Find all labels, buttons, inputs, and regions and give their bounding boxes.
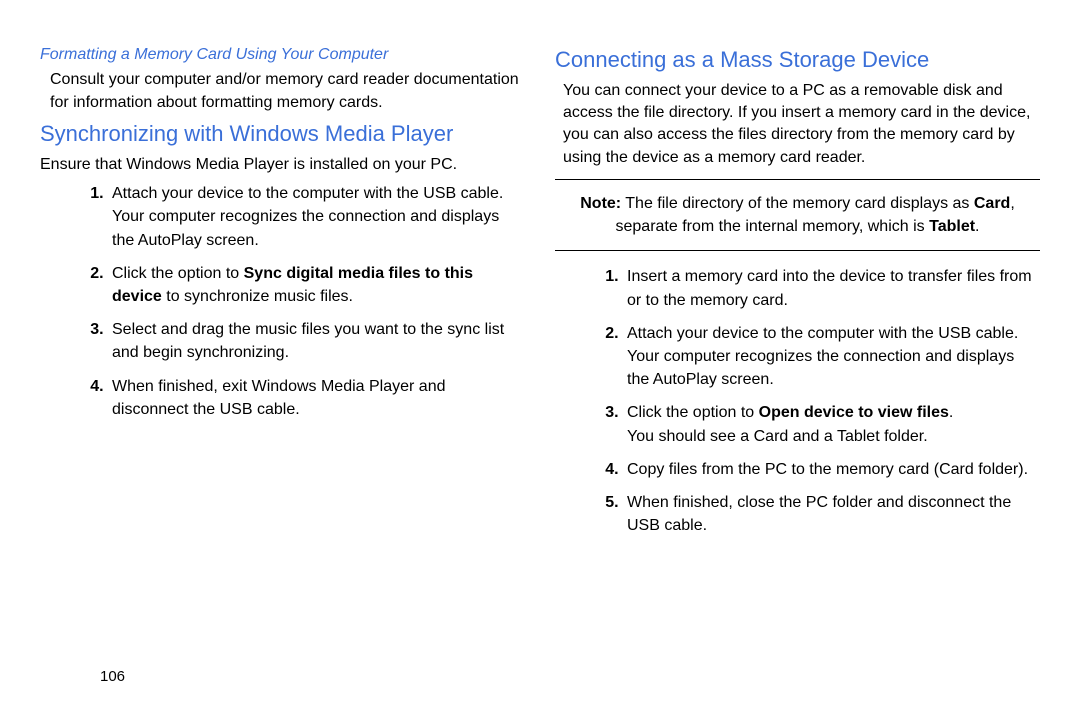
step-text: Your computer recognizes the connection … (112, 208, 499, 248)
step-text: Attach your device to the computer with … (112, 185, 503, 202)
note-text: . (975, 218, 979, 235)
heading-mass-storage: Connecting as a Mass Storage Device (555, 46, 1040, 74)
note-label: Note: (580, 195, 621, 212)
intro-sync: Ensure that Windows Media Player is inst… (40, 154, 525, 176)
step-text: Attach your device to the computer with … (627, 325, 1018, 342)
step-item: Click the option to Open device to view … (623, 401, 1040, 447)
bold-text: Tablet (929, 218, 975, 235)
step-item: Copy files from the PC to the memory car… (623, 458, 1040, 481)
step-item: Click the option to Sync digital media f… (108, 262, 525, 308)
heading-sync-wmp: Synchronizing with Windows Media Player (40, 120, 525, 148)
step-text: Copy files from the PC to the memory car… (627, 461, 1028, 478)
subheading-body: Consult your computer and/or memory card… (50, 68, 525, 114)
step-text: Your computer recognizes the connection … (627, 348, 1014, 388)
step-text: You should see a Card and a Tablet folde… (627, 428, 928, 445)
left-column: Formatting a Memory Card Using Your Comp… (40, 40, 525, 650)
step-text: to synchronize music files. (162, 288, 353, 305)
intro-mass-storage: You can connect your device to a PC as a… (563, 80, 1040, 170)
step-text: Click the option to (112, 265, 244, 282)
bold-text: Card (974, 195, 1010, 212)
step-item: When finished, exit Windows Media Player… (108, 375, 525, 421)
note-text: The file directory of the memory card di… (621, 195, 974, 212)
step-text: Insert a memory card into the device to … (627, 268, 1032, 308)
step-text: Select and drag the music files you want… (112, 321, 504, 361)
step-item: Insert a memory card into the device to … (623, 265, 1040, 311)
step-text: When finished, close the PC folder and d… (627, 494, 1011, 534)
steps-mass-storage: Insert a memory card into the device to … (555, 265, 1040, 537)
step-item: Attach your device to the computer with … (108, 182, 525, 252)
steps-sync: Attach your device to the computer with … (40, 182, 525, 421)
bold-text: Open device to view files (759, 404, 949, 421)
right-column: Connecting as a Mass Storage Device You … (555, 40, 1040, 650)
page-number: 106 (100, 668, 1080, 685)
manual-page: Formatting a Memory Card Using Your Comp… (0, 0, 1080, 660)
step-item: When finished, close the PC folder and d… (623, 491, 1040, 537)
note-box: Note: The file directory of the memory c… (555, 179, 1040, 251)
step-text: When finished, exit Windows Media Player… (112, 378, 446, 418)
subheading-formatting: Formatting a Memory Card Using Your Comp… (40, 46, 525, 64)
step-text: . (949, 404, 953, 421)
step-item: Select and drag the music files you want… (108, 318, 525, 364)
step-item: Attach your device to the computer with … (623, 322, 1040, 392)
step-text: Click the option to (627, 404, 759, 421)
